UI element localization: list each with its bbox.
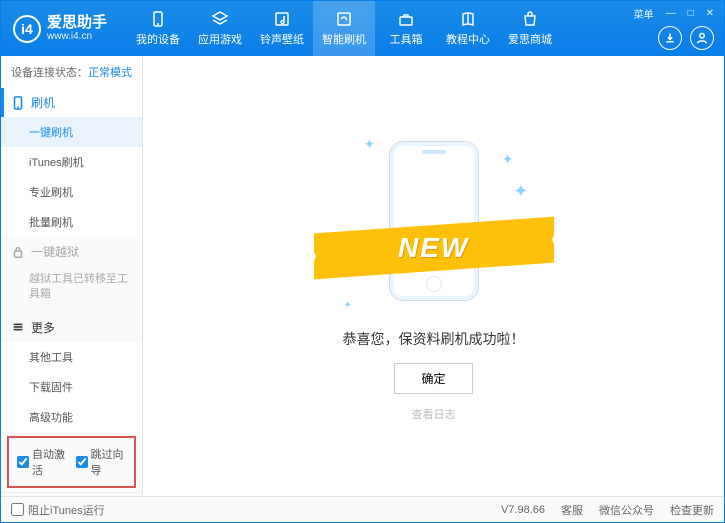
nav-item-2[interactable]: 铃声壁纸: [251, 1, 313, 56]
sidebar: 设备连接状态：正常模式 刷机 一键刷机iTunes刷机专业刷机批量刷机 一键越狱…: [1, 56, 143, 496]
user-button[interactable]: [690, 26, 714, 50]
nav-label: 教程中心: [446, 31, 490, 47]
footer: 阻止iTunes运行 V7.98.66 客服 微信公众号 检查更新: [1, 496, 724, 522]
phone-icon: [149, 10, 167, 28]
more-sublist: 其他工具下载固件高级功能: [1, 342, 142, 432]
nav-label: 工具箱: [390, 31, 423, 47]
nav-label: 应用游戏: [198, 31, 242, 47]
phone-icon: [11, 96, 25, 110]
sidebar-section-flash[interactable]: 刷机: [1, 88, 142, 117]
window-controls: 菜单 — □ ✕: [630, 4, 718, 23]
titlebar: i4 爱思助手 www.i4.cn 我的设备 应用游戏 铃声壁纸 智能刷机 工具箱 教程中…: [1, 1, 724, 56]
app-window: i4 爱思助手 www.i4.cn 我的设备 应用游戏 铃声壁纸 智能刷机 工具箱 教程中…: [0, 0, 725, 523]
illustration: ✦✦✦✦ NEW: [334, 131, 534, 311]
nav-item-1[interactable]: 应用游戏: [189, 1, 251, 56]
close-button[interactable]: ✕: [702, 6, 718, 21]
main-panel: ✦✦✦✦ NEW 恭喜您，保资料刷机成功啦！ 确定 查看日志: [143, 56, 724, 496]
ok-button[interactable]: 确定: [394, 363, 472, 394]
nav-label: 铃声壁纸: [260, 31, 304, 47]
logo-icon: i4: [13, 15, 41, 43]
auto-activate-checkbox[interactable]: 自动激活: [17, 446, 68, 478]
music-icon: [273, 10, 291, 28]
book-icon: [459, 10, 477, 28]
apps-icon: [211, 10, 229, 28]
nav-label: 智能刷机: [322, 31, 366, 47]
app-url: www.i4.cn: [47, 31, 107, 42]
flash-item-0[interactable]: 一键刷机: [1, 117, 142, 147]
phone-graphic: [389, 141, 479, 301]
block-itunes-checkbox[interactable]: 阻止iTunes运行: [11, 502, 105, 518]
flash-item-1[interactable]: iTunes刷机: [1, 147, 142, 177]
flash-item-3[interactable]: 批量刷机: [1, 207, 142, 237]
nav-item-0[interactable]: 我的设备: [127, 1, 189, 56]
jailbreak-note: 越狱工具已转移至工具箱: [1, 266, 142, 309]
download-button[interactable]: [658, 26, 682, 50]
flash-item-2[interactable]: 专业刷机: [1, 177, 142, 207]
version-label: V7.98.66: [501, 504, 545, 516]
more-item-1[interactable]: 下载固件: [1, 372, 142, 402]
app-title: 爱思助手: [47, 15, 107, 32]
sidebar-section-more[interactable]: 更多: [1, 313, 142, 342]
minimize-button[interactable]: —: [662, 6, 680, 21]
update-link[interactable]: 检查更新: [670, 502, 714, 518]
nav-label: 爱思商城: [508, 31, 552, 47]
new-ribbon: NEW: [314, 216, 554, 279]
options-row: 自动激活 跳过向导: [7, 436, 136, 488]
logo[interactable]: i4 爱思助手 www.i4.cn: [1, 15, 119, 43]
refresh-icon: [335, 10, 353, 28]
nav-item-3[interactable]: 智能刷机: [313, 1, 375, 56]
more-item-0[interactable]: 其他工具: [1, 342, 142, 372]
nav-item-6[interactable]: 爱思商城: [499, 1, 561, 56]
connection-status: 设备连接状态：正常模式: [1, 56, 142, 88]
support-link[interactable]: 客服: [561, 502, 583, 518]
lock-icon: [11, 245, 25, 259]
nav-label: 我的设备: [136, 31, 180, 47]
more-item-2[interactable]: 高级功能: [1, 402, 142, 432]
nav-item-5[interactable]: 教程中心: [437, 1, 499, 56]
menu-icon: [11, 320, 25, 334]
wechat-link[interactable]: 微信公众号: [599, 502, 654, 518]
flash-sublist: 一键刷机iTunes刷机专业刷机批量刷机: [1, 117, 142, 237]
top-nav: 我的设备 应用游戏 铃声壁纸 智能刷机 工具箱 教程中心 爱思商城: [127, 1, 561, 56]
nav-item-4[interactable]: 工具箱: [375, 1, 437, 56]
shop-icon: [521, 10, 539, 28]
toolbox-icon: [397, 10, 415, 28]
titlebar-round-buttons: [658, 26, 714, 50]
menu-button[interactable]: 菜单: [630, 4, 658, 23]
view-log-link[interactable]: 查看日志: [412, 406, 456, 422]
maximize-button[interactable]: □: [684, 6, 698, 21]
success-message: 恭喜您，保资料刷机成功啦！: [343, 329, 525, 349]
skip-guide-checkbox[interactable]: 跳过向导: [76, 446, 127, 478]
sidebar-section-jailbreak[interactable]: 一键越狱: [1, 237, 142, 266]
